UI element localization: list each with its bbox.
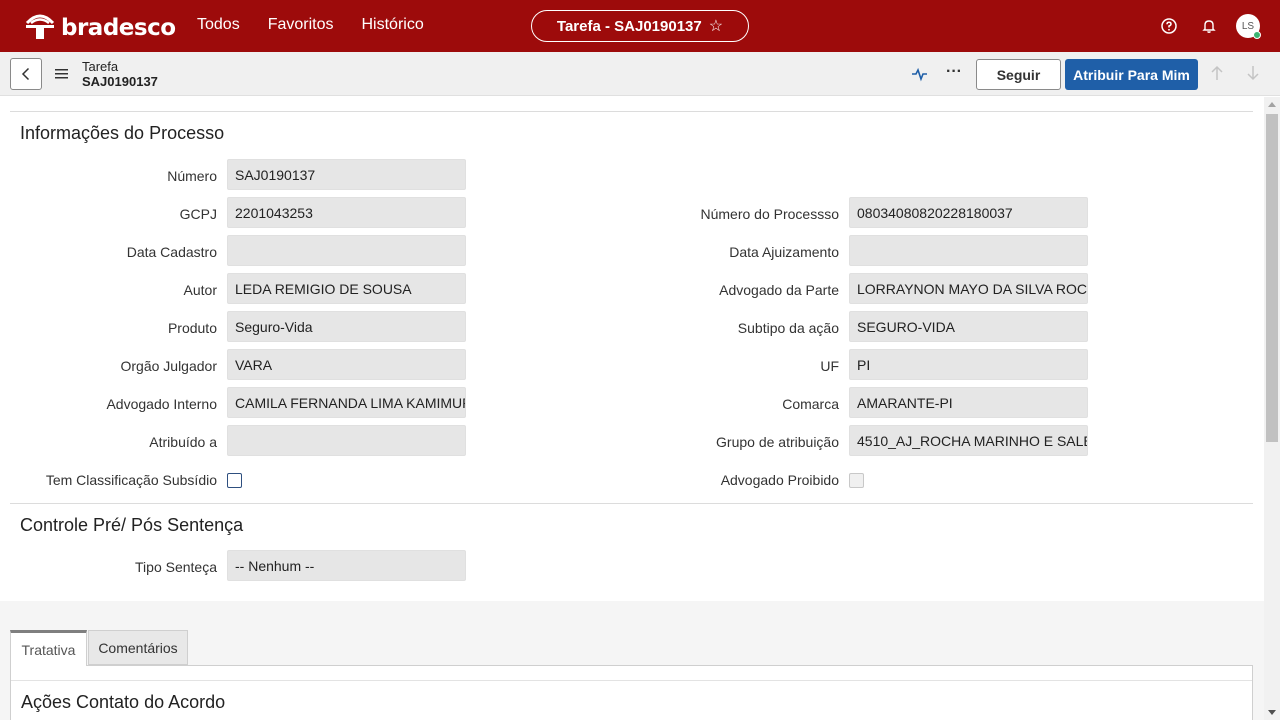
field-numero-processo[interactable]: 08034080820228180037 — [849, 197, 1088, 228]
top-nav: Todos Favoritos Histórico — [197, 16, 452, 34]
presence-dot — [1253, 31, 1261, 39]
label-autor: Autor — [183, 282, 217, 298]
field-data-ajuizamento[interactable] — [849, 235, 1088, 266]
field-advogado-interno[interactable]: CAMILA FERNANDA LIMA KAMIMURA — [227, 387, 466, 418]
label-gcpj: GCPJ — [179, 206, 217, 222]
tab-panel: Ações Contato do Acordo — [10, 665, 1253, 720]
field-orgao-julgador[interactable]: VARA — [227, 349, 466, 380]
field-comarca[interactable]: AMARANTE-PI — [849, 387, 1088, 418]
bell-icon[interactable] — [1196, 13, 1222, 39]
nav-favoritos[interactable]: Favoritos — [268, 16, 334, 34]
form-area: Informações do Processo Número SAJ019013… — [0, 97, 1264, 601]
scroll-up-icon[interactable] — [1268, 102, 1276, 107]
bradesco-logo-icon — [25, 14, 55, 39]
tab-tratativa[interactable]: Tratativa — [10, 630, 87, 666]
section-divider — [10, 503, 1253, 504]
checkbox-advogado-proibido — [849, 473, 864, 488]
section-divider — [10, 111, 1253, 112]
label-classificacao-subsidio: Tem Classificação Subsídio — [45, 472, 217, 488]
field-data-cadastro[interactable] — [227, 235, 466, 266]
help-icon[interactable] — [1156, 13, 1182, 39]
field-grupo-atribuicao[interactable]: 4510_AJ_ROCHA MARINHO E SALES — [849, 425, 1088, 456]
field-atribuido-a[interactable] — [227, 425, 466, 456]
panel-divider — [11, 680, 1252, 681]
avatar-initials: LS — [1241, 20, 1255, 32]
star-icon[interactable]: ☆ — [709, 16, 723, 36]
arrow-down-icon[interactable] — [1246, 65, 1260, 86]
back-button[interactable] — [10, 58, 42, 90]
top-icons: LS — [1142, 13, 1261, 39]
section-title-process: Informações do Processo — [20, 123, 225, 143]
menu-icon[interactable] — [55, 66, 68, 84]
follow-button[interactable]: Seguir — [976, 59, 1061, 90]
field-advogado-parte[interactable]: LORRAYNON MAYO DA SILVA ROCHA — [849, 273, 1088, 304]
nav-todos[interactable]: Todos — [197, 16, 240, 34]
record-title-pill[interactable]: Tarefa - SAJ0190137 ☆ — [531, 10, 749, 42]
label-data-cadastro: Data Cadastro — [126, 244, 217, 260]
label-numero: Número — [167, 168, 217, 184]
arrow-up-icon[interactable] — [1210, 65, 1224, 86]
label-uf: UF — [820, 358, 839, 374]
label-orgao-julgador: Orgão Julgador — [120, 358, 217, 374]
record-title: Tarefa SAJ0190137 — [82, 59, 158, 89]
record-title-text: Tarefa - SAJ0190137 — [556, 17, 702, 35]
nav-historico[interactable]: Histórico — [362, 16, 424, 34]
label-comarca: Comarca — [782, 396, 839, 412]
label-advogado-parte: Advogado da Parte — [719, 282, 839, 298]
brand-logo[interactable]: bradesco — [22, 10, 176, 41]
label-subtipo-acao: Subtipo da ação — [737, 320, 839, 336]
label-advogado-interno: Advogado Interno — [106, 396, 217, 412]
field-produto[interactable]: Seguro-Vida — [227, 311, 466, 342]
label-numero-processo: Número do Processso — [700, 206, 839, 222]
label-produto: Produto — [167, 320, 217, 336]
scroll-down-icon[interactable] — [1268, 710, 1276, 715]
activity-icon[interactable] — [910, 64, 930, 89]
field-uf[interactable]: PI — [849, 349, 1088, 380]
assign-to-me-button[interactable]: Atribuir Para Mim — [1065, 59, 1198, 90]
label-advogado-proibido: Advogado Proibido — [720, 472, 839, 488]
checkbox-classificacao-subsidio[interactable] — [227, 473, 242, 488]
record-number: SAJ0190137 — [82, 74, 158, 89]
label-tipo-sentenca: Tipo Senteça — [135, 559, 217, 575]
field-autor[interactable]: LEDA REMIGIO DE SOUSA — [227, 273, 466, 304]
select-tipo-sentenca[interactable]: -- Nenhum -- — [227, 550, 466, 581]
top-banner: bradesco Todos Favoritos Histórico Taref… — [0, 0, 1280, 52]
page-scrollbar[interactable] — [1264, 97, 1280, 720]
field-gcpj[interactable]: 2201043253 — [227, 197, 466, 228]
label-grupo-atribuicao: Grupo de atribuição — [716, 434, 839, 450]
field-numero[interactable]: SAJ0190137 — [227, 159, 466, 190]
field-subtipo-acao[interactable]: SEGURO-VIDA — [849, 311, 1088, 342]
label-atribuido-a: Atribuído a — [149, 434, 217, 450]
more-options-icon[interactable]: ··· — [946, 64, 962, 80]
tab-comentarios[interactable]: Comentários — [88, 630, 188, 665]
record-toolbar: Tarefa SAJ0190137 ··· Seguir Atribuir Pa… — [0, 52, 1280, 96]
chevron-left-icon — [21, 67, 30, 81]
label-data-ajuizamento: Data Ajuizamento — [729, 244, 839, 260]
scroll-thumb[interactable] — [1266, 114, 1278, 442]
record-type: Tarefa — [82, 59, 119, 74]
user-avatar[interactable]: LS — [1236, 14, 1261, 39]
section-title-sentence: Controle Pré/ Pós Sentença — [20, 515, 244, 535]
tab-panel-title: Ações Contato do Acordo — [21, 692, 226, 712]
brand-name: bradesco — [61, 15, 176, 41]
